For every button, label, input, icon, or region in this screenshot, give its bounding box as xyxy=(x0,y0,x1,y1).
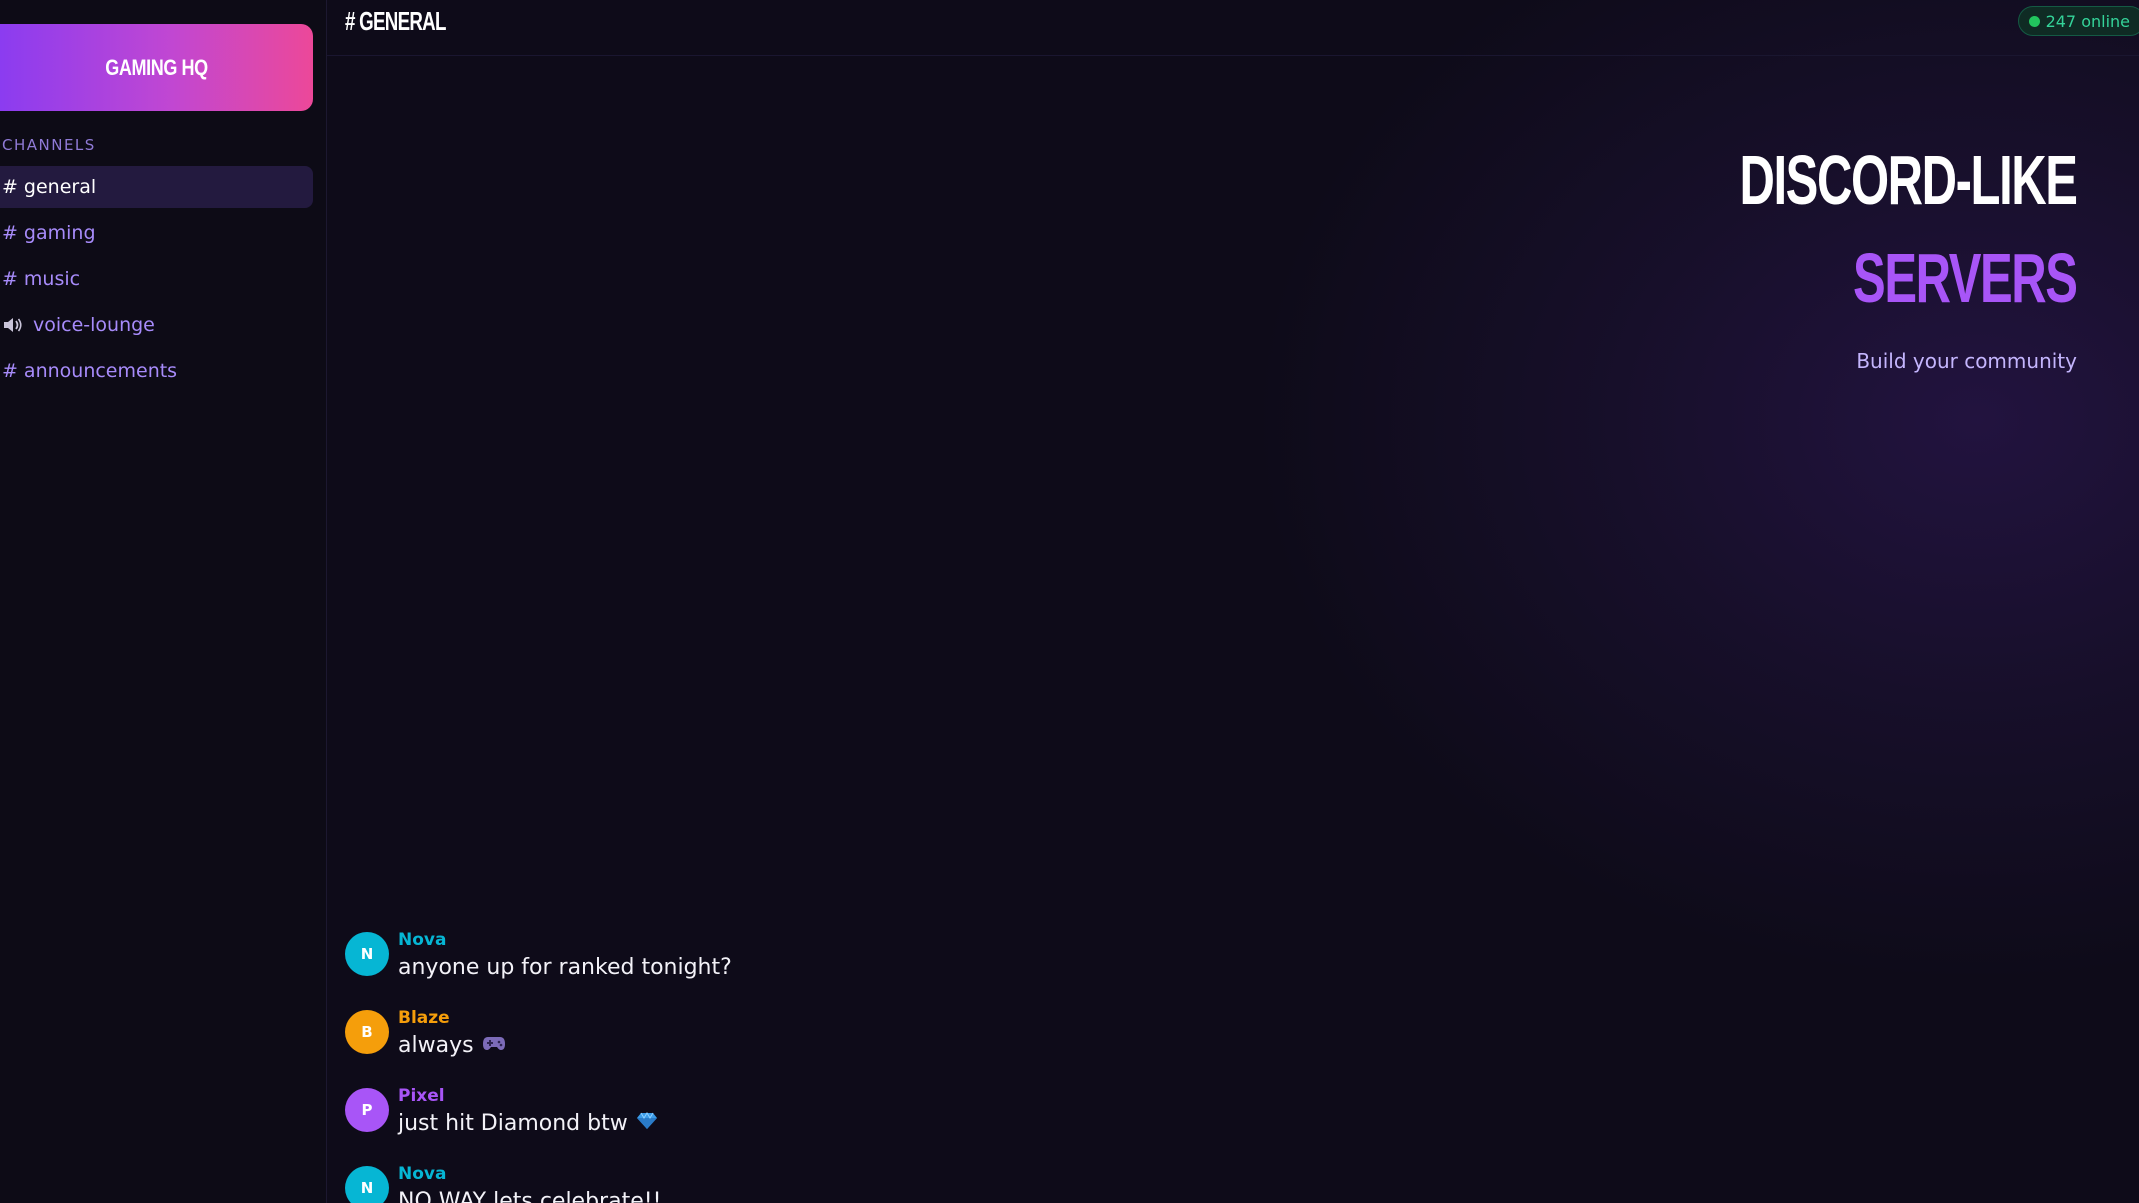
avatar[interactable]: B xyxy=(345,1010,389,1054)
gem-icon xyxy=(636,1108,658,1140)
channel-list: # general # gaming # music voice-lounge … xyxy=(0,166,313,396)
channel-label: gaming xyxy=(23,222,96,244)
hash-icon: # xyxy=(2,360,18,382)
channel-item-announcements[interactable]: # announcements xyxy=(0,350,313,392)
message-text: just hit Diamond btw xyxy=(398,1111,628,1136)
server-banner[interactable]: GAMING HQ xyxy=(0,24,313,111)
hash-icon: # xyxy=(2,222,18,244)
online-badge: 247 online xyxy=(2017,6,2139,36)
message-author[interactable]: Nova xyxy=(398,1164,661,1184)
server-name: GAMING HQ xyxy=(105,54,208,80)
channel-item-gaming[interactable]: # gaming xyxy=(0,212,313,254)
hero-subtitle: Build your community xyxy=(1856,349,2077,373)
online-status-dot-icon xyxy=(2028,15,2040,27)
channel-label: announcements xyxy=(23,360,178,382)
avatar[interactable]: P xyxy=(345,1088,389,1132)
message-text-row: just hit Diamond btw xyxy=(398,1108,658,1140)
message-text: anyone up for ranked tonight? xyxy=(398,955,732,980)
app-root: GAMING HQ CHANNELS # general # gaming # … xyxy=(0,0,2139,1203)
channel-item-general[interactable]: # general xyxy=(0,166,313,208)
message-item: N Nova NO WAY lets celebrate!! xyxy=(345,1164,732,1203)
sidebar: GAMING HQ CHANNELS # general # gaming # … xyxy=(0,0,327,1203)
message-item: P Pixel just hit Diamond btw xyxy=(345,1086,732,1140)
hash-icon: # xyxy=(2,176,18,198)
message-text: always xyxy=(398,1033,474,1058)
online-count: 247 online xyxy=(2045,11,2130,31)
channel-label: general xyxy=(23,176,97,198)
avatar[interactable]: N xyxy=(345,1166,389,1203)
message-item: B Blaze always xyxy=(345,1008,732,1062)
channel-item-music[interactable]: # music xyxy=(0,258,313,300)
channels-header: CHANNELS xyxy=(2,136,96,154)
channel-header: # GENERAL 247 online xyxy=(327,0,2139,56)
hash-icon: # xyxy=(2,268,18,290)
message-item: N Nova anyone up for ranked tonight? xyxy=(345,930,732,984)
message-author[interactable]: Pixel xyxy=(398,1086,658,1106)
hero-title-line1: DISCORD-LIKE xyxy=(1739,141,2078,219)
avatar[interactable]: N xyxy=(345,932,389,976)
channel-label: music xyxy=(23,268,81,290)
speaker-icon xyxy=(2,316,24,334)
message-author[interactable]: Nova xyxy=(398,930,732,950)
hero: DISCORD-LIKE SERVERS Build your communit… xyxy=(1595,141,2078,373)
hero-title-line2: SERVERS xyxy=(1853,239,2078,317)
message-list: N Nova anyone up for ranked tonight? B B… xyxy=(345,930,732,1203)
message-text-row: always xyxy=(398,1030,506,1062)
message-text: NO WAY lets celebrate!! xyxy=(398,1189,662,1203)
main-panel: # GENERAL 247 online DISCORD-LIKE SERVER… xyxy=(327,0,2139,1203)
channel-item-voice-lounge[interactable]: voice-lounge xyxy=(0,304,313,346)
channel-label: voice-lounge xyxy=(33,314,155,336)
channel-title: # GENERAL xyxy=(345,6,446,36)
game-controller-icon xyxy=(482,1030,506,1062)
message-author[interactable]: Blaze xyxy=(398,1008,506,1028)
